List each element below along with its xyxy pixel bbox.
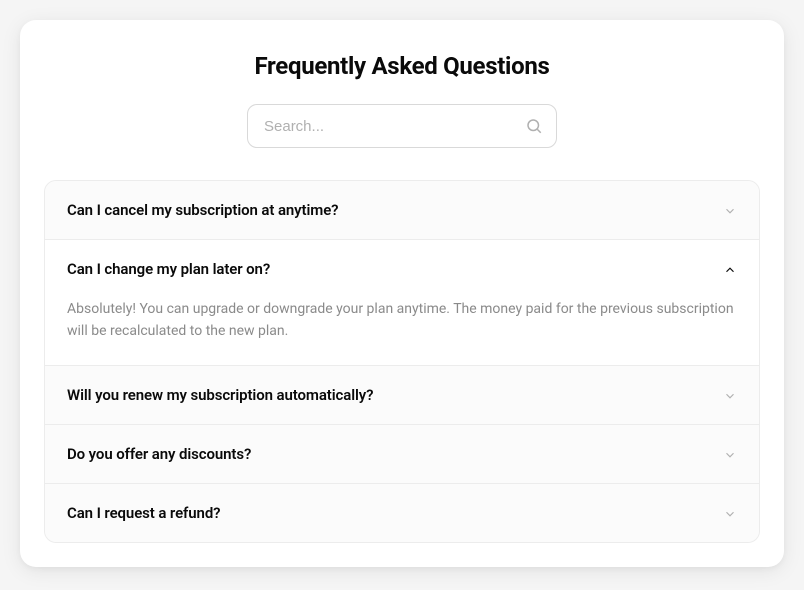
page-title: Frequently Asked Questions — [44, 52, 760, 80]
chevron-down-icon — [723, 447, 737, 461]
search-container — [44, 104, 760, 148]
faq-question: Can I change my plan later on? — [67, 260, 270, 278]
faq-question: Can I cancel my subscription at anytime? — [67, 201, 338, 219]
faq-header[interactable]: Can I cancel my subscription at anytime? — [45, 181, 759, 239]
chevron-down-icon — [723, 388, 737, 402]
faq-item-cancel-subscription: Can I cancel my subscription at anytime? — [45, 181, 759, 240]
chevron-up-icon — [723, 262, 737, 276]
faq-item-refund: Can I request a refund? — [45, 484, 759, 542]
search-box — [247, 104, 557, 148]
faq-header[interactable]: Will you renew my subscription automatic… — [45, 366, 759, 424]
faq-item-renew-subscription: Will you renew my subscription automatic… — [45, 366, 759, 425]
faq-card: Frequently Asked Questions Can I cancel … — [20, 20, 784, 567]
faq-header[interactable]: Can I request a refund? — [45, 484, 759, 542]
faq-item-change-plan: Can I change my plan later on? Absolutel… — [45, 240, 759, 366]
faq-question: Will you renew my subscription automatic… — [67, 386, 373, 404]
faq-question: Can I request a refund? — [67, 504, 220, 522]
chevron-down-icon — [723, 203, 737, 217]
faq-item-discounts: Do you offer any discounts? — [45, 425, 759, 484]
faq-answer: Absolutely! You can upgrade or downgrade… — [45, 298, 759, 365]
search-input[interactable] — [247, 104, 557, 148]
faq-header[interactable]: Do you offer any discounts? — [45, 425, 759, 483]
faq-question: Do you offer any discounts? — [67, 445, 251, 463]
chevron-down-icon — [723, 506, 737, 520]
faq-header[interactable]: Can I change my plan later on? — [45, 240, 759, 298]
faq-accordion: Can I cancel my subscription at anytime?… — [44, 180, 760, 543]
